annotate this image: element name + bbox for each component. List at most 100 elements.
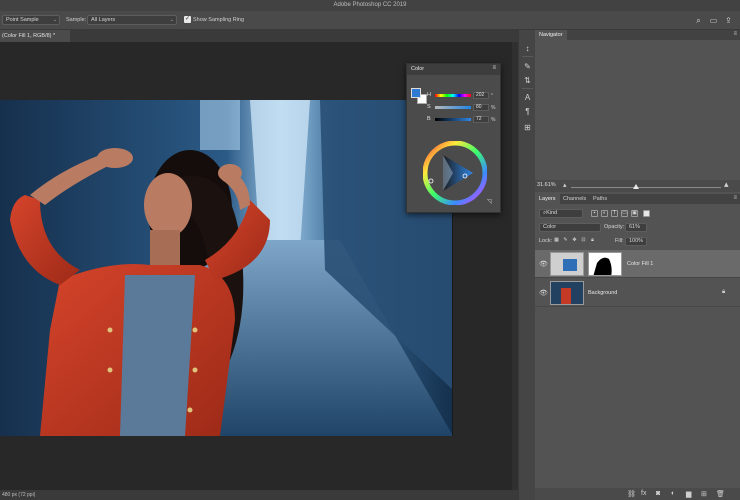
navigator-preview[interactable] bbox=[535, 40, 740, 180]
dock-divider bbox=[522, 88, 533, 89]
color-panel-header: Color ≡ bbox=[407, 64, 500, 75]
lock-row: Lock: ▦ ✎ ✥ ⊡ 🔒︎ Fill: 100% bbox=[535, 236, 740, 248]
delete-layer-icon[interactable]: 🗑︎ bbox=[716, 490, 725, 498]
sample-layers-select[interactable]: All Layers ⌄ bbox=[87, 15, 177, 25]
lock-image-icon[interactable]: ✎ bbox=[562, 238, 569, 245]
filter-smart-object-icon[interactable]: ▣ bbox=[631, 210, 638, 217]
new-group-icon[interactable]: ▆ bbox=[686, 490, 691, 498]
tab-channels[interactable]: Channels bbox=[559, 194, 590, 204]
fill-value: 100% bbox=[629, 238, 644, 244]
paragraph-icon[interactable]: ¶ bbox=[523, 107, 532, 116]
tab-paths[interactable]: Paths bbox=[589, 194, 611, 204]
color-panel-title: Color bbox=[411, 66, 425, 72]
character-icon[interactable]: A bbox=[523, 93, 532, 102]
panel-menu-icon[interactable]: ≡ bbox=[733, 31, 737, 37]
layer-style-icon[interactable]: fx bbox=[641, 490, 646, 497]
sample-label: Sample: bbox=[66, 17, 87, 23]
saturation-field[interactable]: 80 bbox=[473, 104, 489, 111]
fill-field[interactable]: 100% bbox=[625, 237, 647, 246]
opacity-field[interactable]: 61% bbox=[625, 223, 647, 232]
link-layers-icon[interactable]: ⛓︎ bbox=[627, 490, 636, 498]
layer-thumbnail bbox=[550, 281, 584, 305]
glyphs-icon[interactable]: ⊞ bbox=[523, 123, 532, 132]
sample-size-select[interactable]: Point Sample ⌄ bbox=[2, 15, 60, 25]
options-bar: Point Sample ⌄ Sample: All Layers ⌄ Show… bbox=[0, 11, 740, 30]
layer-row-color-fill[interactable]: 👁︎ Color Fill 1 bbox=[535, 250, 740, 278]
filter-pixel-icon[interactable]: ▪ bbox=[591, 210, 598, 217]
new-layer-icon[interactable]: ⊞ bbox=[701, 490, 707, 498]
document-tab-row bbox=[0, 30, 518, 42]
sample-layers-value: All Layers bbox=[91, 17, 116, 23]
layer-thumbnail bbox=[550, 252, 584, 276]
filter-shape-icon[interactable]: ▭ bbox=[621, 210, 628, 217]
layers-header: Layers Channels Paths ≡ bbox=[535, 194, 740, 204]
share-icon[interactable]: ⇪ bbox=[724, 16, 733, 25]
brightness-field[interactable]: 72 bbox=[473, 116, 489, 123]
status-bar: 480 px (72 ppi) bbox=[0, 490, 518, 500]
chevron-down-icon: ⌄ bbox=[52, 17, 57, 23]
color-panel-resize-icon[interactable]: ◹ bbox=[487, 198, 492, 205]
adjust-icon[interactable]: ⇅ bbox=[523, 76, 532, 85]
brightness-label: B bbox=[427, 116, 431, 122]
move-tool-icon[interactable]: ↕ bbox=[523, 44, 532, 53]
navigator-zoom-thumb[interactable] bbox=[633, 184, 639, 189]
filter-toggle-icon[interactable] bbox=[643, 210, 650, 217]
saturation-label: S bbox=[427, 104, 431, 110]
search-icon[interactable]: ⌕ bbox=[694, 16, 703, 25]
color-wheel[interactable] bbox=[423, 141, 487, 205]
right-panel-column: Navigator ≡ 31.61% ▴ ▴ Layers Channels P… bbox=[535, 30, 740, 500]
show-sampling-ring-label: Show Sampling Ring bbox=[193, 17, 245, 23]
panel-dock-strip: ↕ ✎ ⇅ A ¶ ⊞ bbox=[518, 30, 535, 500]
visibility-eye-icon[interactable]: 👁︎ bbox=[539, 289, 548, 297]
saturation-unit: % bbox=[491, 105, 496, 111]
layer-name[interactable]: Background bbox=[588, 290, 617, 296]
panel-menu-icon[interactable]: ≡ bbox=[733, 195, 737, 201]
title-bar: Adobe Photoshop CC 2019 bbox=[0, 0, 740, 11]
brush-settings-icon[interactable]: ✎ bbox=[523, 62, 532, 71]
zoom-in-icon[interactable]: ▴ bbox=[724, 179, 729, 190]
fill-color-swatch bbox=[563, 259, 577, 271]
blend-mode-value: Color bbox=[543, 224, 557, 230]
blend-row: Color Opacity: 61% bbox=[535, 222, 740, 234]
lock-transparent-icon[interactable]: ▦ bbox=[553, 238, 560, 245]
tab-layers[interactable]: Layers bbox=[535, 194, 560, 204]
filter-kind-value: Kind bbox=[546, 210, 558, 216]
layers-filter-row: ⌕Kind ▪ ◐ T ▭ ▣ bbox=[535, 208, 740, 220]
show-sampling-ring-checkbox[interactable] bbox=[184, 15, 191, 23]
document-tab[interactable]: (Color Fill 1, RGB/8) * bbox=[0, 30, 70, 42]
navigator-zoom-value[interactable]: 31.61% bbox=[537, 182, 556, 188]
opacity-label: Opacity: bbox=[604, 224, 625, 230]
layers-bottom-bar: ⛓︎ fx ◙ ◐ ▆ ⊞ 🗑︎ bbox=[535, 488, 740, 500]
visibility-eye-icon[interactable]: 👁︎ bbox=[539, 260, 548, 268]
tab-navigator[interactable]: Navigator bbox=[535, 30, 567, 40]
opacity-value: 61% bbox=[629, 224, 641, 230]
photo-canvas bbox=[0, 100, 452, 436]
lock-artboard-icon[interactable]: ⊡ bbox=[580, 238, 587, 245]
panel-menu-icon[interactable]: ≡ bbox=[492, 65, 496, 71]
filter-adjustment-icon[interactable]: ◐ bbox=[601, 210, 608, 217]
add-mask-icon[interactable]: ◙ bbox=[656, 490, 660, 497]
filter-type-icon[interactable]: T bbox=[611, 210, 618, 217]
layer-row-background[interactable]: 👁︎ Background 🔒︎ bbox=[535, 279, 740, 307]
document-image[interactable] bbox=[0, 100, 453, 436]
lock-all-icon[interactable]: 🔒︎ bbox=[589, 238, 596, 245]
lock-position-icon[interactable]: ✥ bbox=[571, 238, 578, 245]
navigator-zoom-slider[interactable] bbox=[571, 187, 721, 188]
filter-kind-select[interactable]: ⌕Kind bbox=[539, 209, 583, 218]
layer-name[interactable]: Color Fill 1 bbox=[627, 261, 653, 267]
hue-slider[interactable] bbox=[435, 94, 471, 97]
saturation-slider[interactable] bbox=[435, 106, 471, 109]
foreground-color-swatch[interactable] bbox=[411, 88, 421, 98]
brightness-slider[interactable] bbox=[435, 118, 471, 121]
zoom-out-icon[interactable]: ▴ bbox=[563, 181, 567, 189]
adjustment-layer-icon[interactable]: ◐ bbox=[671, 490, 675, 497]
hue-field[interactable]: 202 bbox=[473, 92, 489, 99]
brightness-unit: % bbox=[491, 117, 496, 123]
chevron-down-icon: ⌄ bbox=[169, 17, 174, 23]
lock-label: Lock: bbox=[539, 238, 553, 244]
blend-mode-select[interactable]: Color bbox=[539, 223, 601, 232]
dock-divider bbox=[522, 56, 533, 57]
thumbnail-figure bbox=[561, 288, 571, 304]
workspace-icon[interactable]: ▭ bbox=[709, 16, 718, 25]
navigator-header: Navigator ≡ bbox=[535, 30, 740, 40]
